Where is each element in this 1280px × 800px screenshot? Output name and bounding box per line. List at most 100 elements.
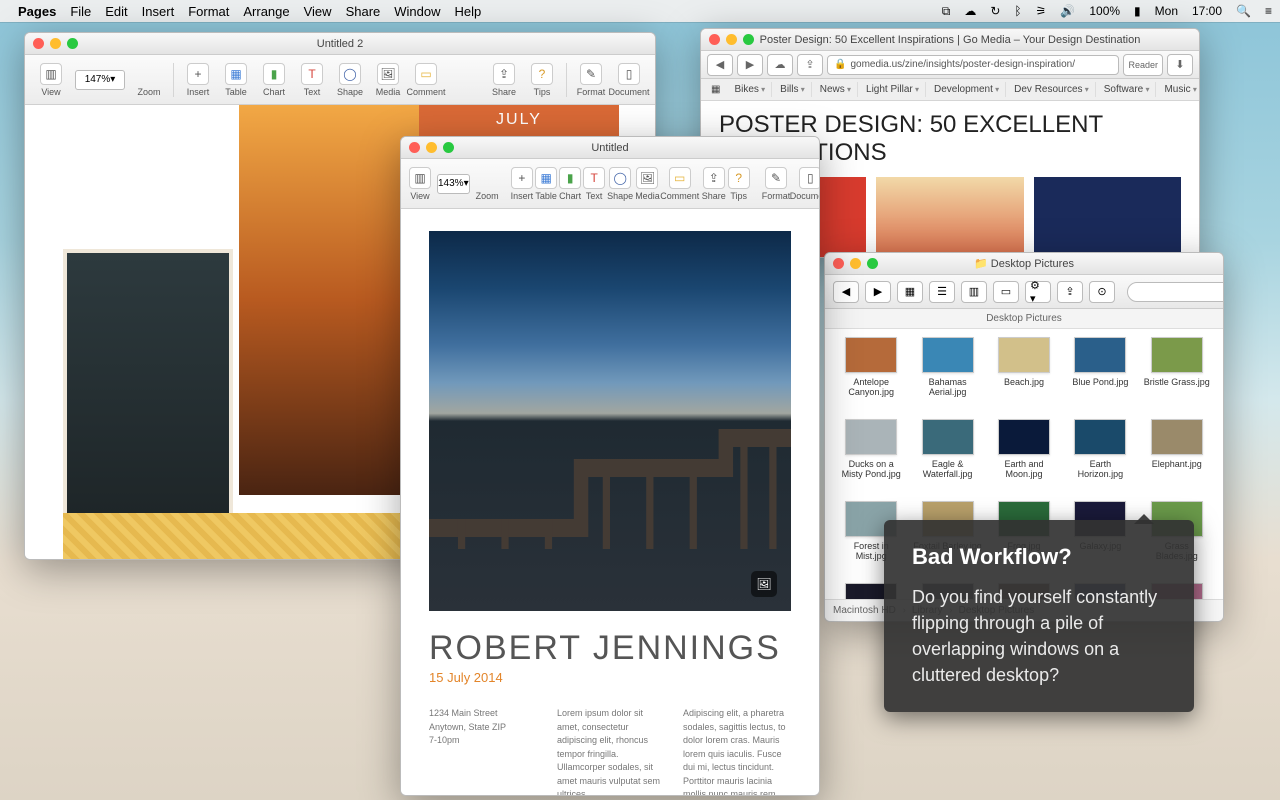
text-button[interactable]: TText [583, 167, 605, 201]
downloads-button[interactable]: ⬇ [1167, 54, 1193, 76]
chart-button[interactable]: ▮Chart [559, 167, 581, 201]
window-controls[interactable] [833, 258, 878, 269]
view-button[interactable]: ▥View [33, 63, 69, 97]
bookmarks-icon[interactable]: ▦ [705, 82, 726, 97]
window-controls[interactable] [709, 34, 754, 45]
comment-button[interactable]: ▭Comment [662, 167, 698, 201]
bookmark-devres[interactable]: Dev Resources [1008, 82, 1096, 97]
pages1-titlebar[interactable]: Untitled 2 [25, 33, 655, 55]
bookmark-music[interactable]: Music [1158, 82, 1200, 97]
reader-button[interactable]: Reader [1123, 54, 1163, 76]
shape-button[interactable]: ◯Shape [607, 167, 633, 201]
comment-button[interactable]: ▭Comment [408, 63, 444, 97]
tips-button[interactable]: ?Tips [728, 167, 750, 201]
menu-insert[interactable]: Insert [142, 4, 175, 19]
image-placeholder-icon[interactable]: 🖼 [751, 571, 777, 597]
menu-help[interactable]: Help [455, 4, 482, 19]
bookmark-bikes[interactable]: Bikes [728, 82, 772, 97]
table-button[interactable]: ▦Table [218, 63, 254, 97]
volume-icon[interactable]: 🔊 [1060, 4, 1075, 18]
bluetooth-icon[interactable]: ᛒ [1014, 4, 1021, 18]
file-item[interactable]: Earth and Moon.jpg [990, 419, 1058, 479]
text-button[interactable]: TText [294, 63, 330, 97]
share-button[interactable]: ⇪Share [486, 63, 522, 97]
format-button[interactable]: ✎Format [762, 167, 791, 201]
safari-title: Poster Design: 50 Excellent Inspirations… [760, 34, 1141, 46]
document-button[interactable]: ▯Document [792, 167, 820, 201]
view-button[interactable]: ▥View [409, 167, 431, 201]
view-gallery-button[interactable]: ▭ [993, 281, 1019, 303]
tips-button[interactable]: ?Tips [524, 63, 560, 97]
chart-button[interactable]: ▮Chart [256, 63, 292, 97]
clock-day[interactable]: Mon [1155, 4, 1178, 18]
icloud-tabs-button[interactable]: ☁ [767, 54, 793, 76]
file-item[interactable]: Earth Horizon.jpg [1066, 419, 1134, 479]
file-item[interactable]: Ducks on a Misty Pond.jpg [837, 419, 905, 479]
menu-share[interactable]: Share [346, 4, 381, 19]
file-item[interactable]: Bristle Grass.jpg [1143, 337, 1211, 397]
url-bar[interactable]: 🔒gomedia.us/zine/insights/poster-design-… [827, 55, 1119, 75]
finder-toolbar: ◀ ▶ ▦ ☰ ▥ ▭ ⚙ ▾ ⇪ ⊙ [825, 275, 1223, 309]
battery-percent[interactable]: 100% [1089, 4, 1120, 18]
menu-edit[interactable]: Edit [105, 4, 127, 19]
arrange-button[interactable]: ⚙ ▾ [1025, 281, 1051, 303]
view-columns-button[interactable]: ▥ [961, 281, 987, 303]
dropbox-icon[interactable]: ⧉ [942, 4, 951, 19]
shape-button[interactable]: ◯Shape [332, 63, 368, 97]
window-controls[interactable] [33, 38, 78, 49]
pages2-titlebar[interactable]: Untitled [401, 137, 819, 159]
menu-arrange[interactable]: Arrange [243, 4, 289, 19]
media-button[interactable]: 🖼Media [370, 63, 406, 97]
file-item[interactable]: Antelope Canyon.jpg [837, 337, 905, 397]
sync-icon[interactable]: ↻ [990, 4, 1000, 18]
wifi-icon[interactable]: ⚞ [1036, 4, 1047, 18]
notifications-icon[interactable]: ≡ [1265, 4, 1272, 18]
bookmark-lightpillar[interactable]: Light Pillar [860, 82, 926, 97]
menu-view[interactable]: View [304, 4, 332, 19]
view-list-button[interactable]: ☰ [929, 281, 955, 303]
file-item[interactable]: Blue Pond.jpg [1066, 337, 1134, 397]
action-button[interactable]: ⇪ [1057, 281, 1083, 303]
format-button[interactable]: ✎Format [573, 63, 609, 97]
back-button[interactable]: ◀ [707, 54, 733, 76]
zoom-select[interactable]: 147% ▾ [75, 70, 125, 90]
document-button[interactable]: ▯Document [611, 63, 647, 97]
file-item[interactable]: Elephant.jpg [1143, 419, 1211, 479]
clock-time[interactable]: 17:00 [1192, 4, 1222, 18]
app-menu[interactable]: Pages [18, 4, 56, 19]
battery-icon[interactable]: ▮ [1134, 4, 1141, 18]
view-icons-button[interactable]: ▦ [897, 281, 923, 303]
back-button[interactable]: ◀ [833, 281, 859, 303]
safari-titlebar[interactable]: Poster Design: 50 Excellent Inspirations… [701, 29, 1199, 51]
file-item[interactable]: Bahamas Aerial.jpg [913, 337, 981, 397]
spotlight-icon[interactable]: 🔍 [1236, 4, 1251, 18]
menu-file[interactable]: File [70, 4, 91, 19]
cloud-icon[interactable]: ☁ [964, 4, 976, 18]
table-button[interactable]: ▦Table [535, 167, 557, 201]
file-label: Bristle Grass.jpg [1144, 377, 1210, 387]
menu-window[interactable]: Window [394, 4, 440, 19]
finder-search[interactable] [1127, 282, 1224, 302]
finder-titlebar[interactable]: 📁 Desktop Pictures [825, 253, 1223, 275]
popover-title: Bad Workflow? [912, 544, 1166, 570]
window-controls[interactable] [409, 142, 454, 153]
zoom-select[interactable]: 143% ▾ [437, 174, 470, 194]
file-label: Bahamas Aerial.jpg [913, 377, 981, 397]
pages2-document[interactable]: 🖼 ROBERT JENNINGS 15 July 2014 1234 Main… [401, 209, 819, 795]
file-item[interactable]: Beach.jpg [990, 337, 1058, 397]
insert-button[interactable]: +Insert [180, 63, 216, 97]
bookmark-news[interactable]: News [814, 82, 858, 97]
share-button[interactable]: ⇪Share [702, 167, 726, 201]
bookmark-sw[interactable]: Software [1098, 82, 1157, 97]
menu-format[interactable]: Format [188, 4, 229, 19]
tags-button[interactable]: ⊙ [1089, 281, 1115, 303]
forward-button[interactable]: ▶ [737, 54, 763, 76]
bookmark-bills[interactable]: Bills [774, 82, 812, 97]
bookmark-dev[interactable]: Development [928, 82, 1006, 97]
forward-button[interactable]: ▶ [865, 281, 891, 303]
file-item[interactable]: Eagle & Waterfall.jpg [913, 419, 981, 479]
media-button[interactable]: 🖼Media [635, 167, 660, 201]
insert-button[interactable]: +Insert [511, 167, 534, 201]
pages-window-2[interactable]: Untitled ▥View 143% ▾ Zoom +Insert ▦Tabl… [400, 136, 820, 796]
share-button[interactable]: ⇪ [797, 54, 823, 76]
